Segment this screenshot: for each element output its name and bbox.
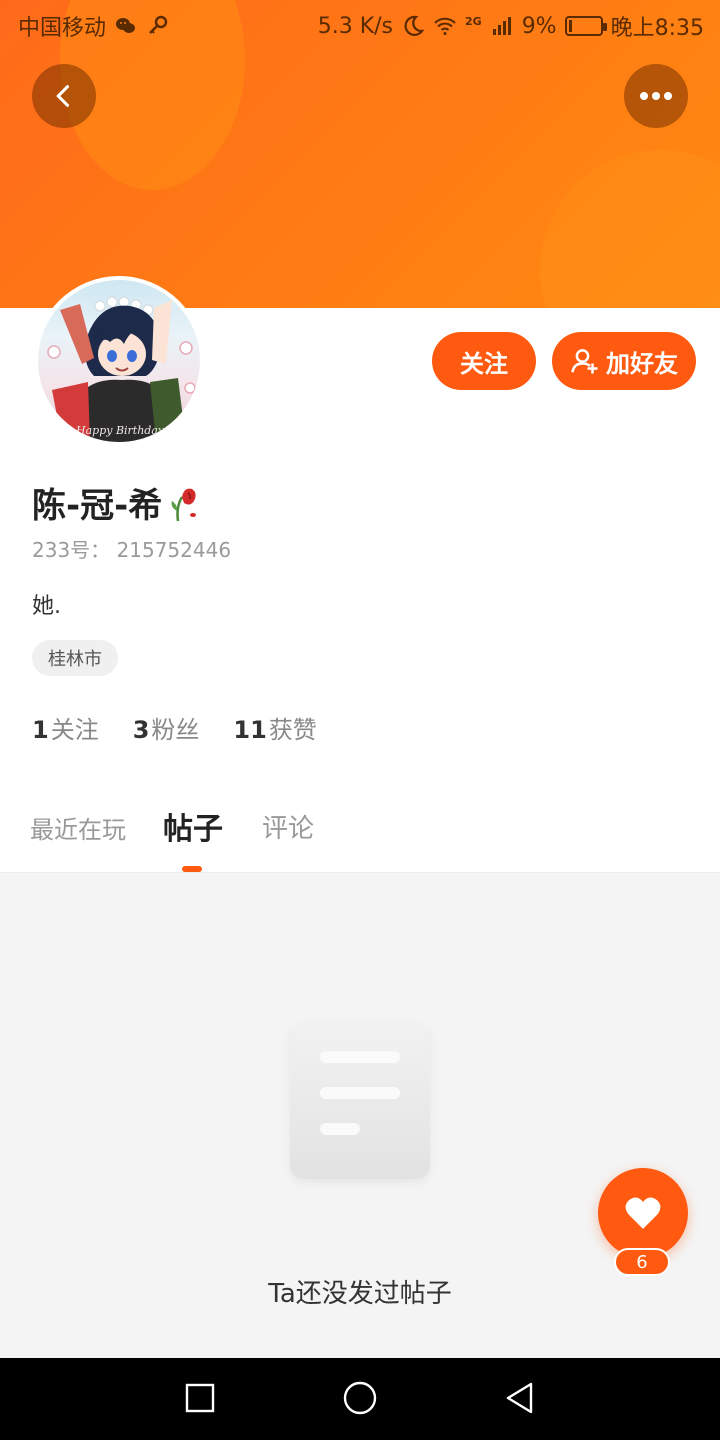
stat-value: 11 [233,716,267,744]
back-nav-button[interactable] [500,1378,540,1418]
follow-label: 关注 [460,349,508,378]
avatar-caption: Happy Birthday [76,424,165,437]
avatar[interactable]: Happy Birthday [34,276,204,446]
stat-following[interactable]: 1关注 [32,710,99,745]
document-line [320,1123,360,1135]
user-id: 233号： 215752446 [32,538,232,562]
tab-posts[interactable]: 帖子 [163,804,223,848]
more-button[interactable] [624,64,688,128]
wifi-icon [434,17,456,35]
triangle-back-icon [506,1382,533,1414]
empty-document-icon [290,1021,430,1179]
banner-decoration [540,150,720,308]
clock: 晚上8:35 [610,16,704,41]
tab-comments[interactable]: 评论 [262,808,314,845]
document-line [320,1087,400,1099]
stat-label: 粉丝 [151,716,200,744]
wechat-icon [116,18,136,33]
add-friend-label: 加好友 [606,349,678,378]
profile-tabs: 最近在玩 帖子 评论 [0,800,720,872]
status-bar: 中国移动 5.3 K/s 2G 9% 晚上8:35 [0,0,720,50]
back-button[interactable] [32,64,96,128]
add-user-icon [571,349,598,374]
like-button[interactable] [598,1168,688,1258]
stat-label: 关注 [50,716,99,744]
battery-fill [568,20,572,32]
avatar-image: Happy Birthday [38,280,200,442]
profile-page: 中国移动 5.3 K/s 2G 9% 晚上8:35 Happy Birthday… [0,0,720,1440]
stat-label: 获赞 [268,716,317,744]
battery-icon [564,16,607,36]
home-button[interactable] [340,1378,380,1418]
heart-icon [625,1197,661,1229]
like-count-badge: 6 [614,1248,670,1276]
location-tag: 桂林市 [32,640,118,676]
profile-name-text: 陈-冠-希 [32,486,163,526]
stat-value: 3 [132,716,150,744]
moon-icon [404,15,425,36]
stats-row: 1关注 3粉丝 11获赞 [32,710,317,745]
chevron-left-icon [56,85,70,107]
system-nav-bar [0,1358,720,1440]
wilted-rose-icon [171,488,197,521]
network-speed: 5.3 K/s [317,13,393,39]
stat-value: 1 [32,716,49,744]
profile-name: 陈-冠-希 [32,478,202,527]
avatar-illustration [47,296,196,442]
more-horizontal-icon [640,92,672,100]
user-bio: 她. [32,594,61,619]
circle-icon [343,1381,377,1415]
stat-fans[interactable]: 3粉丝 [133,710,200,745]
stat-likes[interactable]: 11获赞 [233,710,316,745]
square-icon [185,1383,215,1413]
key-icon [149,15,168,34]
signal-icon [492,17,511,35]
posts-content: Ta还没发过帖子 [0,872,720,1358]
tab-recently-played[interactable]: 最近在玩 [30,810,126,845]
document-line [320,1051,400,1063]
recent-apps-button[interactable] [180,1378,220,1418]
empty-state-message: Ta还没发过帖子 [268,1279,452,1309]
add-friend-button[interactable]: 加好友 [552,332,696,390]
network-type: 2G [465,14,482,28]
battery-percent: 9% [521,13,557,39]
carrier-label: 中国移动 [18,16,107,41]
follow-button[interactable]: 关注 [432,332,536,390]
